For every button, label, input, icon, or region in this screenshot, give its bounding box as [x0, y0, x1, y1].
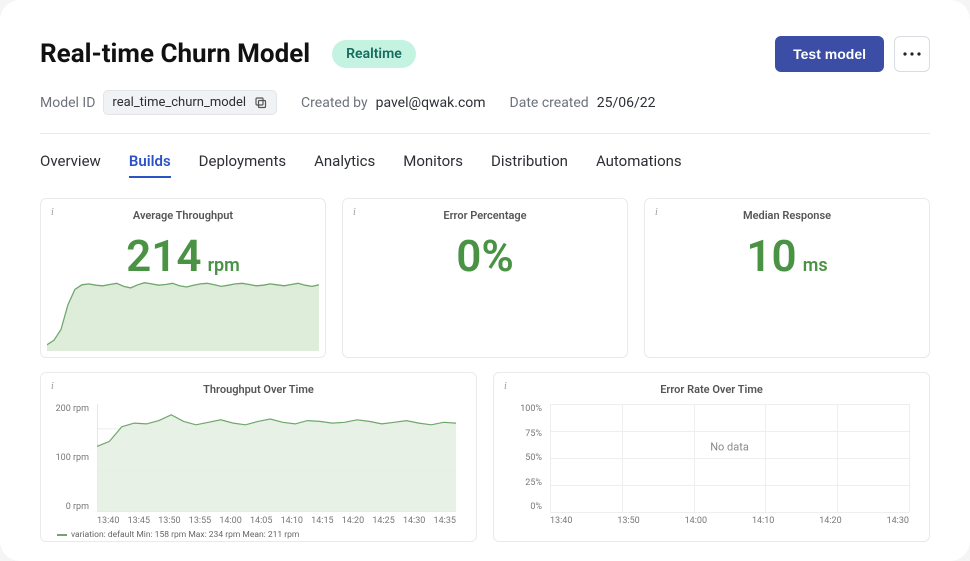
- x-tick: 14:05: [250, 516, 272, 526]
- x-tick: 14:35: [434, 516, 456, 526]
- dots-icon: [903, 52, 921, 56]
- info-icon[interactable]: i: [51, 207, 54, 218]
- x-tick: 14:25: [372, 516, 394, 526]
- chart-title-throughput: Throughput Over Time: [53, 383, 464, 396]
- chart-title-error-rate: Error Rate Over Time: [506, 383, 917, 396]
- x-tick: 13:50: [158, 516, 180, 526]
- tab-monitors[interactable]: Monitors: [403, 146, 463, 178]
- x-tick: 14:20: [342, 516, 364, 526]
- y-tick: 0%: [506, 502, 542, 512]
- x-tick: 14:00: [685, 516, 707, 526]
- median-resp-value: 10: [746, 230, 796, 282]
- model-id-value: real_time_churn_model: [112, 95, 246, 110]
- card-title-error-pct: Error Percentage: [355, 209, 615, 222]
- throughput-chart: 200 rpm100 rpm0 rpm: [97, 404, 456, 512]
- x-tick: 14:10: [281, 516, 303, 526]
- x-tick: 14:30: [887, 516, 909, 526]
- card-title-median-resp: Median Response: [657, 209, 917, 222]
- model-id-pill: real_time_churn_model: [103, 90, 277, 115]
- y-tick: 50%: [506, 453, 542, 463]
- error-rate-chart: 100%75%50%25%0% No data: [550, 404, 909, 512]
- info-icon[interactable]: i: [504, 381, 507, 392]
- y-tick: 0 rpm: [53, 502, 89, 512]
- card-throughput-over-time: i Throughput Over Time 200 rpm100 rpm0 r…: [40, 372, 477, 542]
- x-tick: 14:30: [403, 516, 425, 526]
- x-tick: 14:10: [752, 516, 774, 526]
- card-error-rate-over-time: i Error Rate Over Time 100%75%50%25%0% N…: [493, 372, 930, 542]
- y-tick: 25%: [506, 478, 542, 488]
- tab-builds[interactable]: Builds: [129, 146, 171, 178]
- throughput-legend: variation: default Min: 158 rpm Max: 234…: [57, 530, 464, 540]
- info-icon[interactable]: i: [51, 381, 54, 392]
- page-title: Real-time Churn Model: [40, 39, 310, 69]
- info-icon[interactable]: i: [655, 207, 658, 218]
- realtime-badge: Realtime: [332, 40, 416, 68]
- x-tick: 14:00: [219, 516, 241, 526]
- model-id-label: Model ID: [40, 95, 95, 111]
- card-error-pct: i Error Percentage 0%: [342, 198, 628, 358]
- x-tick: 13:50: [617, 516, 639, 526]
- tab-overview[interactable]: Overview: [40, 146, 101, 178]
- date-created-value: 25/06/22: [597, 95, 656, 111]
- card-title-throughput: Average Throughput: [53, 209, 313, 222]
- created-by-label: Created by: [301, 95, 368, 111]
- x-tick: 13:40: [97, 516, 119, 526]
- x-tick: 13:55: [189, 516, 211, 526]
- more-actions-button[interactable]: [894, 36, 930, 72]
- info-icon[interactable]: i: [353, 207, 356, 218]
- y-tick: 75%: [506, 429, 542, 439]
- y-tick: 100%: [506, 404, 542, 414]
- error-pct-value: 0%: [456, 230, 514, 282]
- tab-distribution[interactable]: Distribution: [491, 146, 568, 178]
- x-tick: 13:40: [550, 516, 572, 526]
- tab-deployments[interactable]: Deployments: [199, 146, 286, 178]
- throughput-sparkline: [47, 271, 319, 351]
- x-tick: 13:45: [128, 516, 150, 526]
- created-by-value: pavel@qwak.com: [376, 95, 486, 111]
- tab-automations[interactable]: Automations: [596, 146, 682, 178]
- median-resp-unit: ms: [803, 255, 828, 276]
- x-tick: 14:15: [311, 516, 333, 526]
- card-avg-throughput: i Average Throughput 214 rpm: [40, 198, 326, 358]
- date-created-label: Date created: [510, 95, 589, 111]
- y-tick: 100 rpm: [53, 453, 89, 463]
- x-tick: 14:20: [819, 516, 841, 526]
- y-tick: 200 rpm: [53, 404, 89, 414]
- card-median-response: i Median Response 10 ms: [644, 198, 930, 358]
- tab-analytics[interactable]: Analytics: [314, 146, 375, 178]
- no-data-label: No data: [710, 441, 749, 454]
- copy-icon[interactable]: [254, 96, 268, 110]
- legend-swatch-icon: [57, 534, 67, 536]
- test-model-button[interactable]: Test model: [775, 36, 884, 72]
- divider: [40, 133, 930, 134]
